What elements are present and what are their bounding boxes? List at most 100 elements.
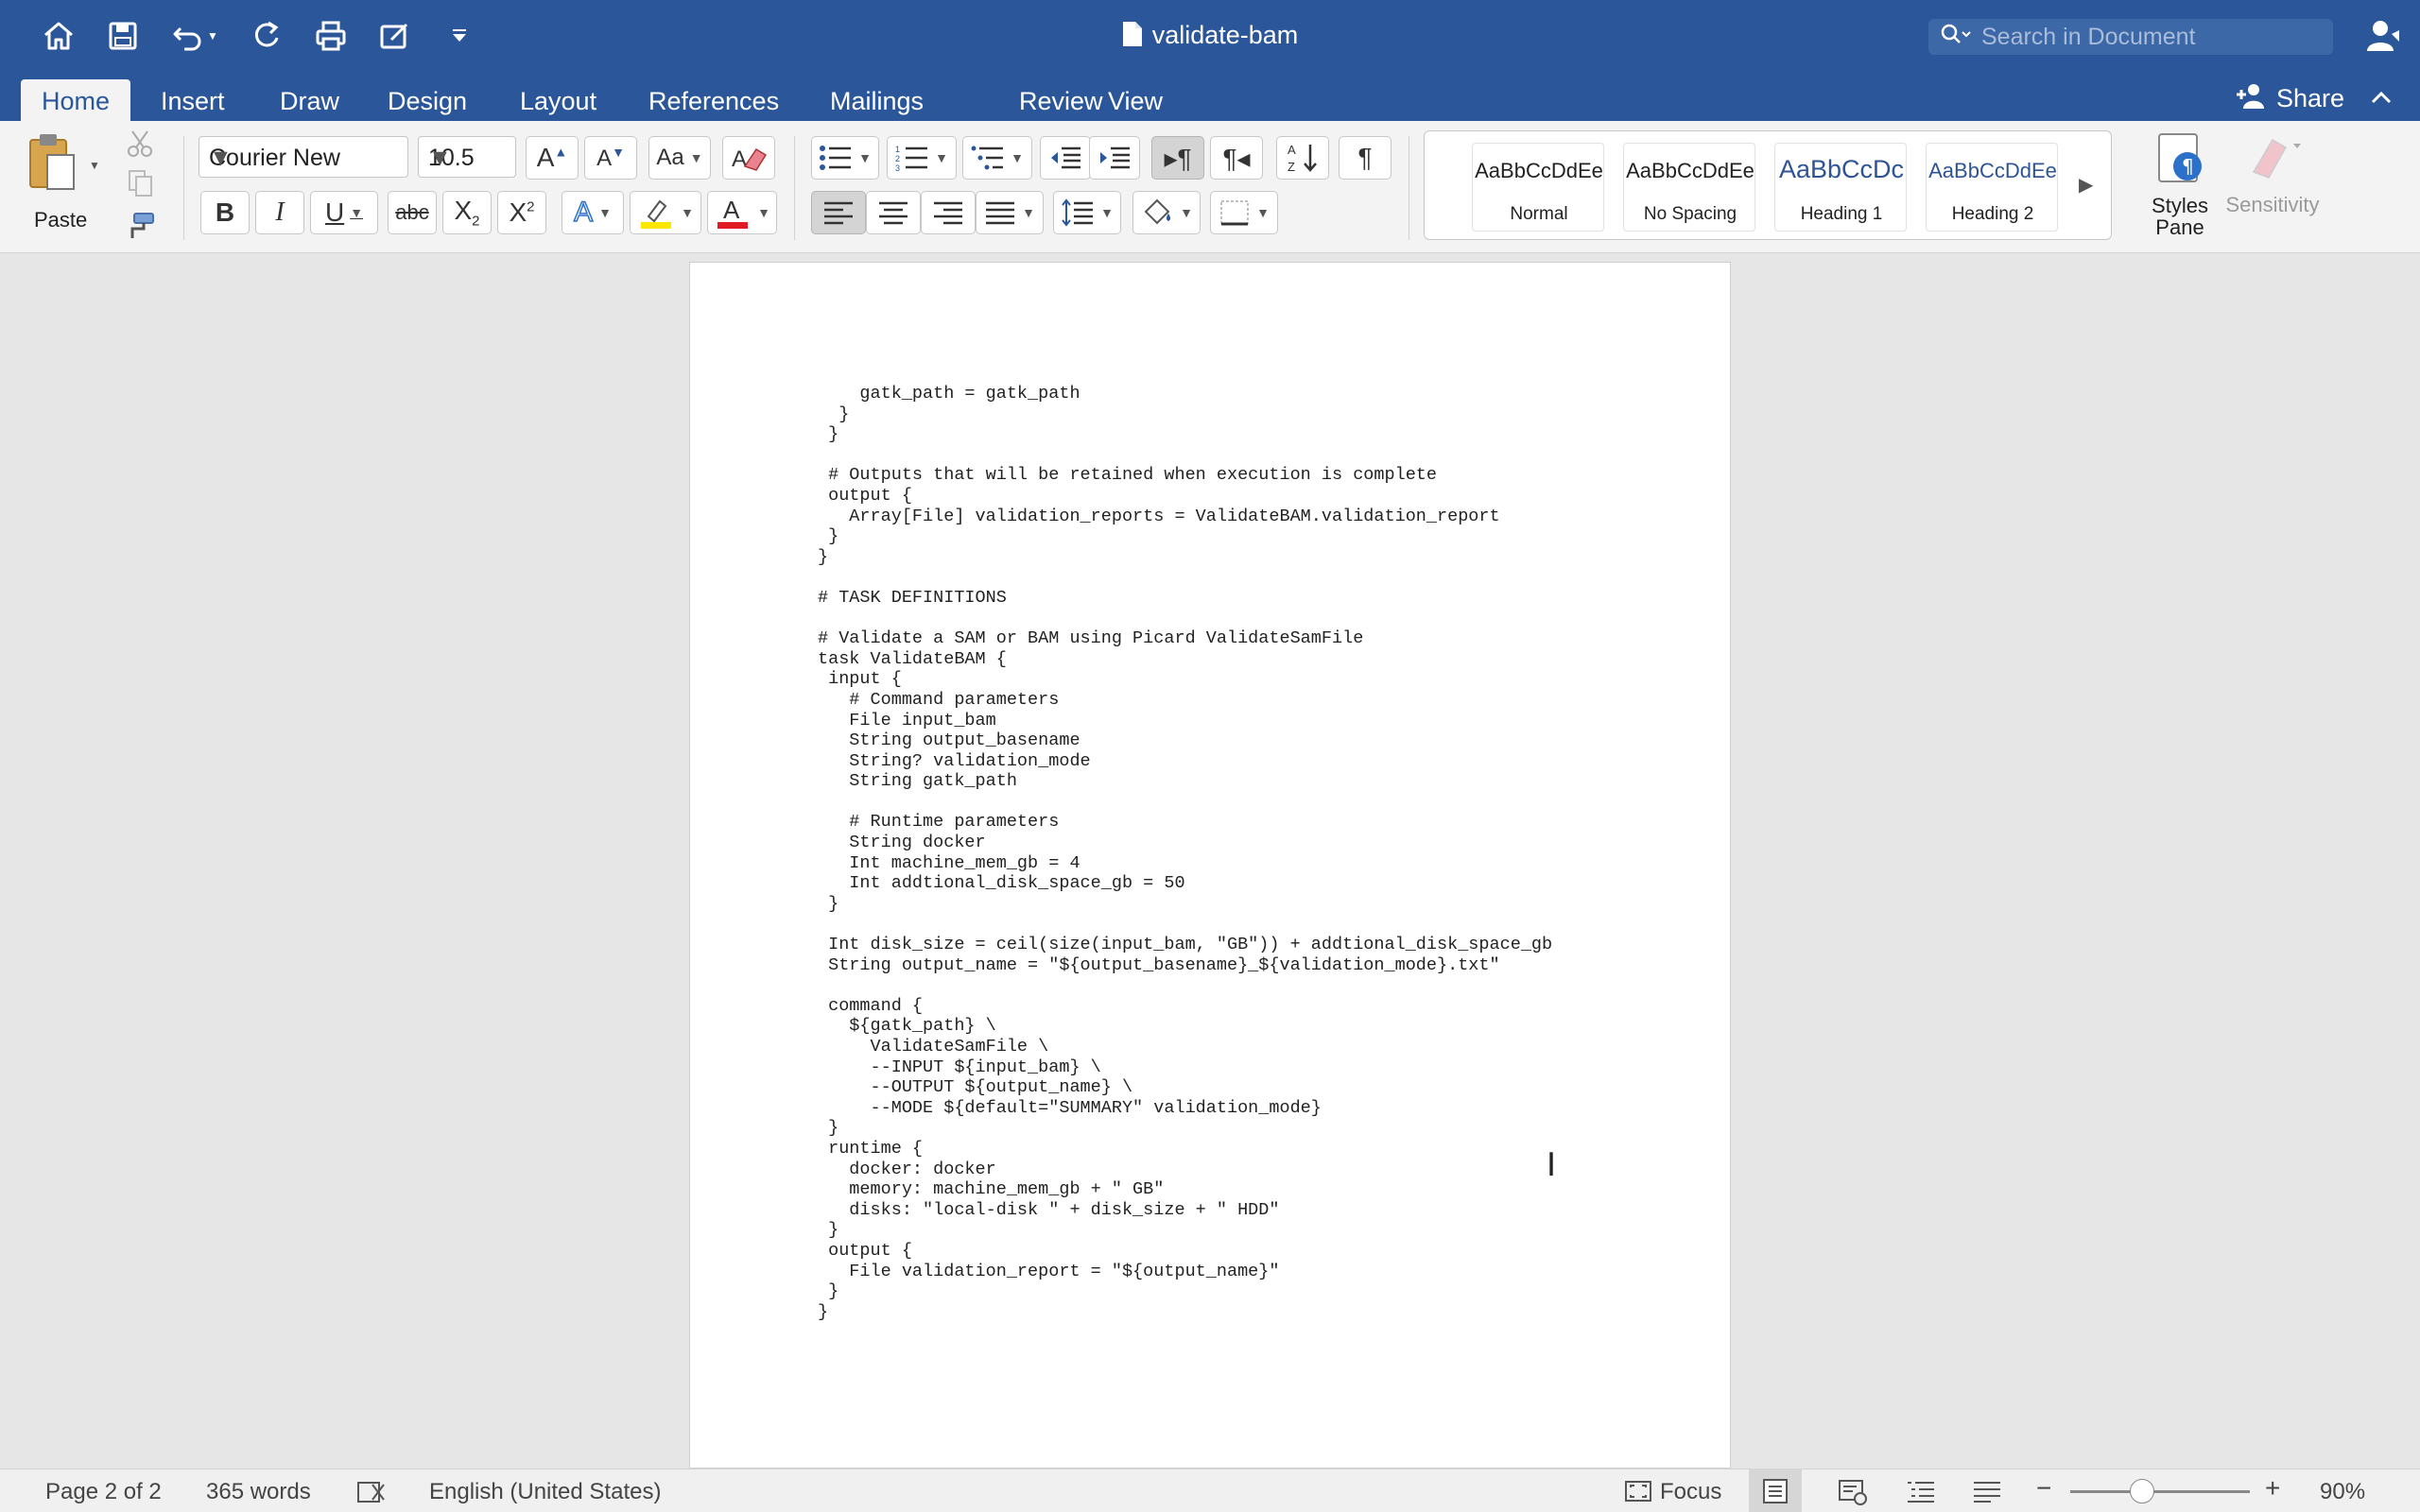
code-line[interactable]: }: [818, 547, 1552, 568]
tab-design[interactable]: Design: [367, 79, 488, 121]
subscript-button[interactable]: X2: [442, 191, 492, 234]
justify-button[interactable]: ▼: [976, 191, 1044, 234]
sort-button[interactable]: AZ: [1276, 136, 1329, 180]
code-line[interactable]: memory: machine_mem_gb + " GB": [818, 1179, 1552, 1200]
code-line[interactable]: [818, 792, 1552, 813]
code-line[interactable]: String gatk_path: [818, 771, 1552, 792]
align-center-button[interactable]: [866, 191, 921, 234]
code-line[interactable]: # TASK DEFINITIONS: [818, 588, 1552, 609]
shrink-font-button[interactable]: A▼: [584, 136, 637, 180]
ltr-paragraph-button[interactable]: ▸¶: [1151, 136, 1204, 180]
paste-button[interactable]: ▼ Paste: [21, 130, 106, 234]
tab-references[interactable]: References: [628, 79, 800, 121]
code-line[interactable]: ValidateSamFile \: [818, 1037, 1552, 1057]
style-no-spacing[interactable]: AaBbCcDdEe No Spacing: [1623, 143, 1755, 232]
line-spacing-button[interactable]: ▼: [1053, 191, 1121, 234]
code-line[interactable]: --INPUT ${input_bam} \: [818, 1057, 1552, 1078]
format-painter-icon[interactable]: [125, 212, 155, 245]
code-line[interactable]: [818, 914, 1552, 935]
code-line[interactable]: }: [818, 404, 1552, 425]
font-name-select[interactable]: Courier New ▼: [199, 136, 408, 178]
underline-button[interactable]: U ▼: [310, 191, 378, 234]
account-icon[interactable]: [2363, 17, 2401, 60]
grow-font-button[interactable]: A▲: [526, 136, 579, 180]
tab-draw[interactable]: Draw: [259, 79, 360, 121]
code-line[interactable]: command {: [818, 996, 1552, 1017]
code-line[interactable]: # Runtime parameters: [818, 812, 1552, 833]
code-line[interactable]: # Validate a SAM or BAM using Picard Val…: [818, 628, 1552, 649]
clear-formatting-button[interactable]: A: [722, 136, 775, 180]
code-line[interactable]: String output_basename: [818, 730, 1552, 751]
code-line[interactable]: --OUTPUT ${output_name} \: [818, 1077, 1552, 1098]
zoom-in-icon[interactable]: +: [2265, 1473, 2280, 1503]
bold-button[interactable]: B: [200, 191, 250, 234]
text-effects-button[interactable]: A ▼: [562, 191, 624, 234]
code-line[interactable]: }: [818, 1302, 1552, 1323]
outline-button[interactable]: [1906, 1479, 1936, 1510]
code-line[interactable]: output {: [818, 486, 1552, 507]
code-line[interactable]: Array[File] validation_reports = Validat…: [818, 507, 1552, 527]
code-line[interactable]: }: [818, 894, 1552, 915]
zoom-level[interactable]: 90%: [2320, 1479, 2365, 1505]
style-normal[interactable]: AaBbCcDdEe Normal: [1472, 143, 1604, 232]
font-size-select[interactable]: 10.5 ▼: [418, 136, 516, 178]
show-formatting-button[interactable]: ¶: [1339, 136, 1392, 180]
code-line[interactable]: disks: "local-disk " + disk_size + " HDD…: [818, 1200, 1552, 1221]
code-line[interactable]: [818, 975, 1552, 996]
code-line[interactable]: }: [818, 424, 1552, 445]
save-icon[interactable]: [102, 15, 144, 57]
code-line[interactable]: output {: [818, 1241, 1552, 1262]
share-button[interactable]: Share: [2235, 81, 2344, 116]
style-heading-2[interactable]: AaBbCcDdEe Heading 2: [1926, 143, 2058, 232]
align-left-button[interactable]: [811, 191, 866, 234]
tab-view[interactable]: View: [1087, 79, 1184, 121]
code-line[interactable]: Int addtional_disk_space_gb = 50: [818, 873, 1552, 894]
code-line[interactable]: String? validation_mode: [818, 751, 1552, 772]
code-line[interactable]: }: [818, 1118, 1552, 1139]
code-line[interactable]: }: [818, 526, 1552, 547]
page-count[interactable]: Page 2 of 2: [45, 1479, 162, 1505]
tab-layout[interactable]: Layout: [499, 79, 617, 121]
draft-button[interactable]: [1972, 1479, 2002, 1510]
search-box[interactable]: [1928, 19, 2333, 55]
code-line[interactable]: Int disk_size = ceil(size(input_bam, "GB…: [818, 935, 1552, 955]
code-line[interactable]: # Outputs that will be retained when exe…: [818, 465, 1552, 486]
rtl-paragraph-button[interactable]: ¶◂: [1210, 136, 1263, 180]
redo-icon[interactable]: [246, 15, 287, 57]
zoom-slider-thumb[interactable]: [2130, 1479, 2154, 1503]
print-layout-button[interactable]: [1749, 1469, 1802, 1512]
numbering-button[interactable]: 1 2 3 ▼: [887, 136, 957, 180]
borders-button[interactable]: ▼: [1210, 191, 1278, 234]
code-line[interactable]: docker: docker: [818, 1160, 1552, 1180]
increase-indent-button[interactable]: [1089, 136, 1140, 180]
search-input[interactable]: [1981, 23, 2322, 51]
code-line[interactable]: ${gatk_path} \: [818, 1016, 1552, 1037]
focus-button[interactable]: Focus: [1624, 1479, 1721, 1505]
styles-pane-button[interactable]: ¶ Styles Pane: [2133, 130, 2227, 238]
code-line[interactable]: File validation_report = "${output_name}…: [818, 1262, 1552, 1282]
web-layout-button[interactable]: [1838, 1479, 1868, 1512]
zoom-out-icon[interactable]: −: [2036, 1473, 2051, 1503]
bullets-button[interactable]: ▼: [811, 136, 879, 180]
code-line[interactable]: gatk_path = gatk_path: [818, 384, 1552, 404]
multilevel-list-button[interactable]: ▼: [962, 136, 1032, 180]
tab-mailings[interactable]: Mailings: [809, 79, 944, 121]
code-line[interactable]: Int machine_mem_gb = 4: [818, 853, 1552, 874]
code-line[interactable]: input {: [818, 669, 1552, 690]
code-line[interactable]: String output_name = "${output_basename}…: [818, 955, 1552, 976]
font-color-button[interactable]: A ▼: [707, 191, 777, 234]
proofing-icon[interactable]: [355, 1479, 388, 1512]
tab-insert[interactable]: Insert: [140, 79, 246, 121]
cut-icon[interactable]: [125, 129, 155, 163]
code-line[interactable]: --MODE ${default="SUMMARY" validation_mo…: [818, 1098, 1552, 1119]
code-line[interactable]: }: [818, 1281, 1552, 1302]
highlight-button[interactable]: ▼: [630, 191, 701, 234]
zoom-slider[interactable]: [2070, 1490, 2250, 1493]
code-line[interactable]: }: [818, 1220, 1552, 1241]
collapse-ribbon-icon[interactable]: [2371, 85, 2392, 112]
code-line[interactable]: # Command parameters: [818, 690, 1552, 711]
styles-next-icon[interactable]: ▶: [2079, 173, 2093, 197]
home-icon[interactable]: [38, 15, 79, 57]
change-case-button[interactable]: Aa ▼: [648, 136, 711, 180]
style-heading-1[interactable]: AaBbCcDc Heading 1: [1774, 143, 1907, 232]
